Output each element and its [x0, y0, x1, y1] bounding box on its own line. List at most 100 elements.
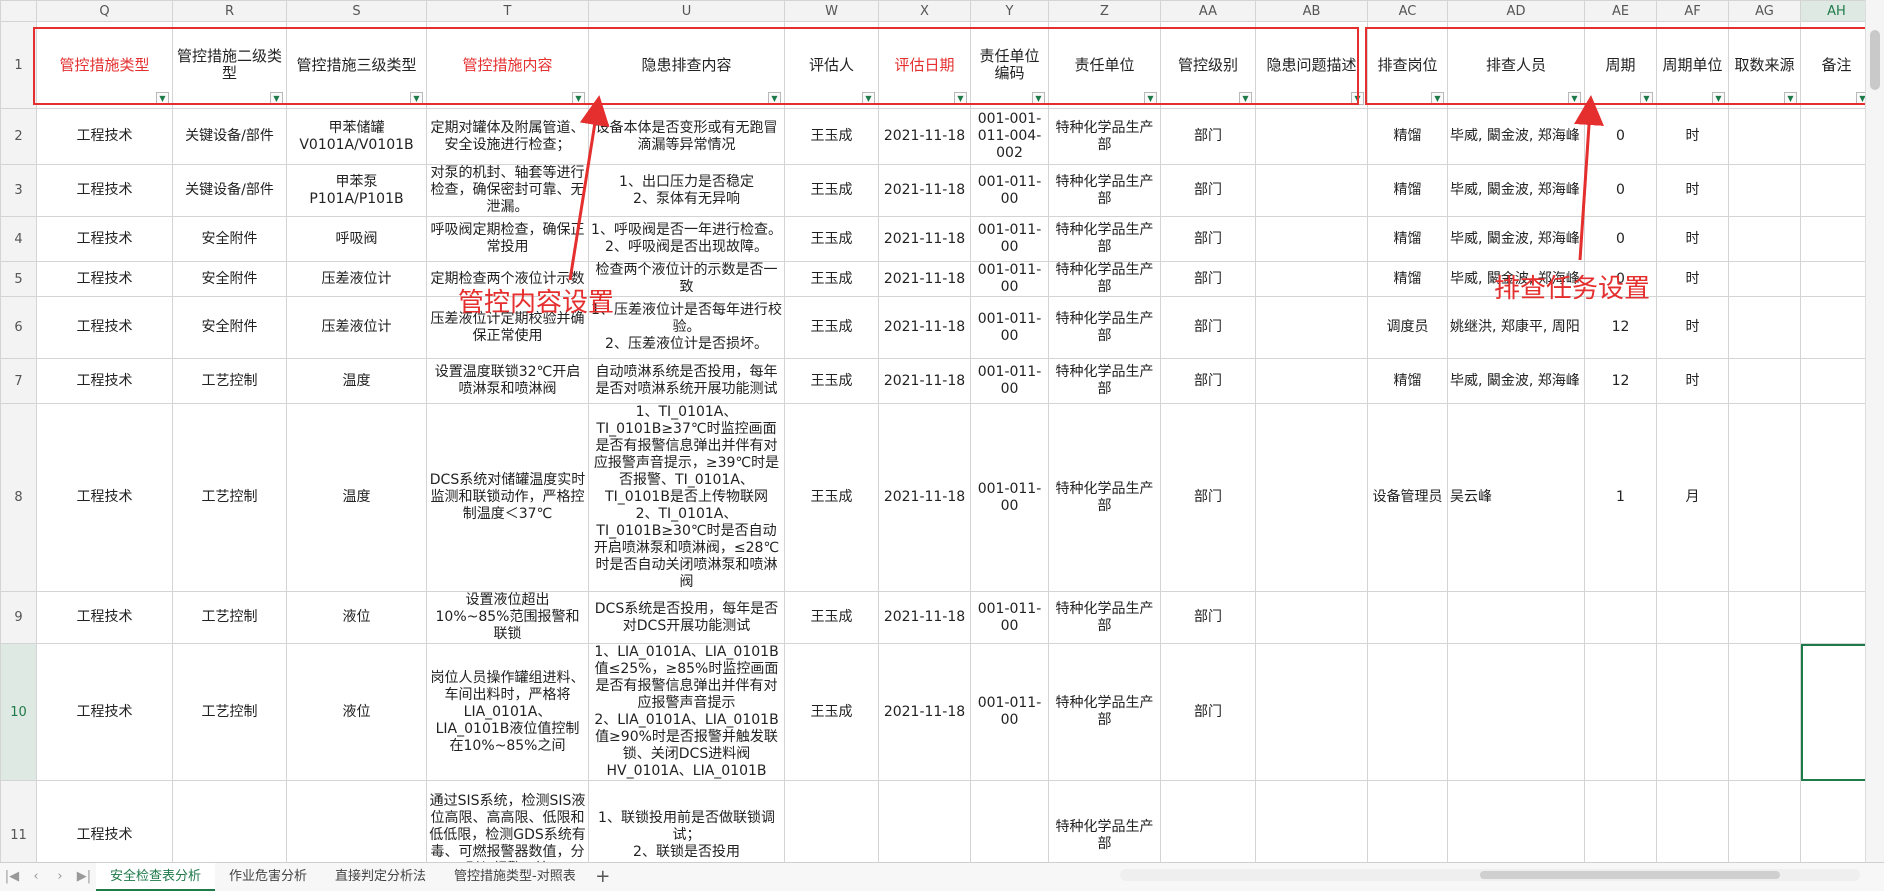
table-cell[interactable]: 时 — [1656, 296, 1729, 359]
scrollbar-thumb[interactable] — [1870, 30, 1880, 90]
column-header-af[interactable]: AF — [1656, 0, 1729, 22]
sheet-tab[interactable]: 直接判定分析法 — [321, 863, 440, 891]
table-cell[interactable] — [1728, 216, 1801, 262]
row-number[interactable]: 6 — [0, 296, 37, 359]
table-cell[interactable]: 岗位人员操作罐组进料、车间出料时，严格将LIA_0101A、LIA_0101B液… — [426, 643, 589, 781]
filter-dropdown-icon[interactable]: ▼ — [1239, 92, 1252, 105]
table-cell[interactable]: 0 — [1584, 164, 1657, 217]
last-sheet-icon[interactable]: ▶| — [72, 863, 96, 891]
table-cell[interactable]: 关键设备/部件 — [172, 108, 287, 165]
table-cell[interactable]: 甲苯泵 P101A/P101B — [286, 164, 427, 217]
table-cell[interactable]: 毕威, 闞金波, 郑海峰 — [1447, 216, 1585, 262]
table-cell[interactable]: 王玉成 — [784, 358, 879, 404]
table-cell[interactable]: 设置温度联锁32℃开启喷淋泵和喷淋阀 — [426, 358, 589, 404]
column-header-x[interactable]: X — [878, 0, 971, 22]
column-header-ah[interactable]: AH — [1800, 0, 1866, 22]
header-cell[interactable]: 隐患排查内容 ▼ — [588, 21, 785, 109]
header-cell[interactable]: 排查人员 ▼ — [1447, 21, 1585, 109]
table-cell[interactable] — [1447, 643, 1585, 781]
vertical-scrollbar[interactable] — [1865, 0, 1884, 862]
table-cell[interactable] — [1656, 643, 1729, 781]
table-cell[interactable] — [1255, 780, 1368, 862]
spreadsheet-grid[interactable]: Q R S T U W X Y Z AA AB AC AD AE AF AG AH 1 管控措施类型 ▼ 管控措施二级… — [0, 0, 1866, 862]
filter-dropdown-icon[interactable]: ▼ — [768, 92, 781, 105]
table-cell[interactable]: 精馏 — [1367, 108, 1448, 165]
table-cell[interactable]: 定期对罐体及附属管道、安全设施进行检查； — [426, 108, 589, 165]
table-cell[interactable] — [1728, 296, 1801, 359]
sheet-tab[interactable]: 作业危害分析 — [215, 863, 321, 891]
column-header-ae[interactable]: AE — [1584, 0, 1657, 22]
sheet-tab[interactable]: 安全检查表分析 — [96, 863, 216, 891]
filter-dropdown-icon[interactable]: ▼ — [954, 92, 967, 105]
table-cell[interactable]: 工程技术 — [36, 780, 173, 862]
column-header-t[interactable]: T — [426, 0, 589, 22]
table-cell[interactable] — [1728, 164, 1801, 217]
select-all-corner[interactable] — [0, 0, 37, 22]
table-cell[interactable]: 特种化学品生产部 — [1048, 296, 1161, 359]
filter-dropdown-icon[interactable]: ▼ — [1032, 92, 1045, 105]
table-cell[interactable]: 部门 — [1160, 261, 1256, 297]
table-cell[interactable] — [1584, 780, 1657, 862]
table-cell[interactable]: 吴云峰 — [1447, 403, 1585, 592]
table-cell[interactable] — [1656, 780, 1729, 862]
table-cell[interactable]: 通过SIS系统，检测SIS液位高限、高高限、低限和低低限，检测GDS系统有毒、可… — [426, 780, 589, 862]
table-cell[interactable]: 精馏 — [1367, 261, 1448, 297]
table-cell[interactable] — [1728, 780, 1801, 862]
table-cell[interactable]: 月 — [1656, 403, 1729, 592]
row-number[interactable]: 10 — [0, 643, 37, 781]
table-cell[interactable] — [1584, 643, 1657, 781]
column-header-aa[interactable]: AA — [1160, 0, 1256, 22]
table-cell[interactable]: 2021-11-18 — [878, 403, 971, 592]
table-cell[interactable]: 1 — [1584, 403, 1657, 592]
table-cell[interactable] — [1800, 358, 1866, 404]
table-cell[interactable] — [1584, 591, 1657, 644]
table-cell[interactable]: 特种化学品生产部 — [1048, 216, 1161, 262]
table-cell[interactable]: 王玉成 — [784, 591, 879, 644]
table-cell[interactable]: 温度 — [286, 358, 427, 404]
table-cell[interactable]: 工艺控制 — [172, 358, 287, 404]
row-number[interactable]: 3 — [0, 164, 37, 217]
table-cell[interactable]: 工程技术 — [36, 591, 173, 644]
table-cell[interactable]: 001-011-00 — [970, 403, 1049, 592]
table-cell[interactable]: 液位 — [286, 643, 427, 781]
filter-dropdown-icon[interactable]: ▼ — [156, 92, 169, 105]
prev-sheet-icon[interactable]: ‹ — [24, 863, 48, 891]
table-cell[interactable]: 甲苯储罐V0101A/V0101B — [286, 108, 427, 165]
table-cell[interactable] — [1255, 261, 1368, 297]
table-cell[interactable] — [1800, 296, 1866, 359]
header-cell[interactable]: 责任单位编码 ▼ — [970, 21, 1049, 109]
table-cell[interactable]: 对泵的机封、轴套等进行检查，确保密封可靠、无泄漏。 — [426, 164, 589, 217]
row-number[interactable]: 5 — [0, 261, 37, 297]
table-cell[interactable]: 特种化学品生产部 — [1048, 591, 1161, 644]
table-cell[interactable] — [1255, 216, 1368, 262]
table-cell[interactable]: 自动喷淋系统是否投用，每年是否对喷淋系统开展功能测试 — [588, 358, 785, 404]
table-cell[interactable]: 2021-11-18 — [878, 358, 971, 404]
filter-dropdown-icon[interactable]: ▼ — [862, 92, 875, 105]
filter-dropdown-icon[interactable]: ▼ — [1144, 92, 1157, 105]
table-cell[interactable]: 001-011-00 — [970, 164, 1049, 217]
table-cell[interactable] — [1367, 591, 1448, 644]
table-cell[interactable]: 时 — [1656, 108, 1729, 165]
header-cell[interactable]: 排查岗位 ▼ — [1367, 21, 1448, 109]
table-cell[interactable]: 1、联锁投用前是否做联锁调试； 2、联锁是否投用 — [588, 780, 785, 862]
header-cell[interactable]: 管控措施二级类型 ▼ — [172, 21, 287, 109]
column-header-u[interactable]: U — [588, 0, 785, 22]
table-cell[interactable]: 工程技术 — [36, 164, 173, 217]
column-header-s[interactable]: S — [286, 0, 427, 22]
table-cell[interactable]: 精馏 — [1367, 164, 1448, 217]
table-cell[interactable] — [1800, 261, 1866, 297]
column-header-z[interactable]: Z — [1048, 0, 1161, 22]
table-cell[interactable]: 0 — [1584, 216, 1657, 262]
table-cell[interactable]: 部门 — [1160, 108, 1256, 165]
table-cell[interactable]: 王玉成 — [784, 164, 879, 217]
row-number[interactable]: 7 — [0, 358, 37, 404]
first-sheet-icon[interactable]: |◀ — [0, 863, 24, 891]
table-cell[interactable] — [1800, 108, 1866, 165]
table-cell[interactable] — [1800, 403, 1866, 592]
table-cell[interactable]: 工程技术 — [36, 261, 173, 297]
table-cell[interactable]: 工艺控制 — [172, 403, 287, 592]
table-cell[interactable]: 2021-11-18 — [878, 108, 971, 165]
table-cell[interactable]: 压差液位计 — [286, 261, 427, 297]
table-cell[interactable]: 部门 — [1160, 164, 1256, 217]
table-cell[interactable]: 毕威, 闞金波, 郑海峰 — [1447, 108, 1585, 165]
